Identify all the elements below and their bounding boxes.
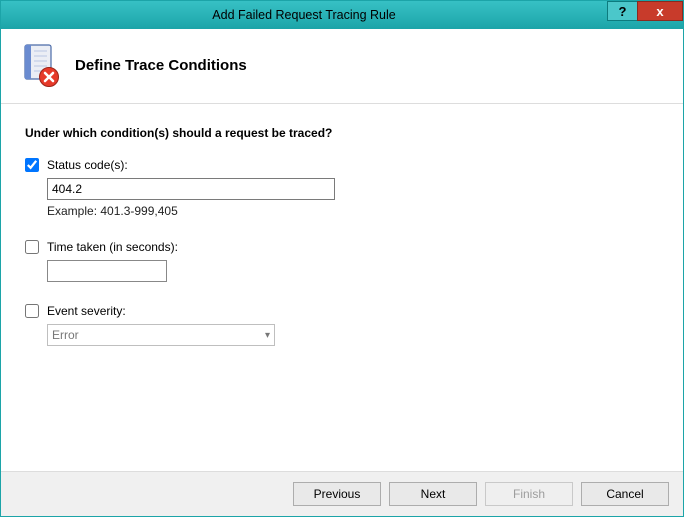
time-taken-input[interactable]: [47, 260, 167, 282]
event-severity-checkbox[interactable]: [25, 304, 39, 318]
status-codes-label: Status code(s):: [47, 158, 128, 172]
question-label: Under which condition(s) should a reques…: [25, 126, 659, 140]
titlebar: Add Failed Request Tracing Rule ? x: [1, 1, 683, 29]
event-severity-label: Event severity:: [47, 304, 126, 318]
time-taken-indent: [47, 260, 659, 282]
event-severity-indent: Error ▾: [47, 324, 659, 346]
close-button[interactable]: x: [637, 1, 683, 21]
page-title: Define Trace Conditions: [75, 57, 247, 74]
time-taken-row: Time taken (in seconds):: [25, 240, 659, 254]
event-severity-selected: Error: [52, 328, 79, 342]
finish-button: Finish: [485, 482, 573, 506]
next-button[interactable]: Next: [389, 482, 477, 506]
status-codes-row: Status code(s):: [25, 158, 659, 172]
time-taken-checkbox[interactable]: [25, 240, 39, 254]
chevron-down-icon: ▾: [265, 330, 270, 341]
status-codes-example: Example: 401.3-999,405: [47, 204, 659, 218]
help-button[interactable]: ?: [607, 1, 637, 21]
cancel-button[interactable]: Cancel: [581, 482, 669, 506]
content-area: Under which condition(s) should a reques…: [1, 104, 683, 346]
titlebar-buttons: ? x: [607, 1, 683, 29]
status-codes-checkbox[interactable]: [25, 158, 39, 172]
status-codes-indent: Example: 401.3-999,405: [47, 178, 659, 218]
event-severity-select[interactable]: Error ▾: [47, 324, 275, 346]
time-taken-label: Time taken (in seconds):: [47, 240, 178, 254]
previous-button[interactable]: Previous: [293, 482, 381, 506]
trace-rule-icon: [21, 43, 61, 87]
wizard-header: Define Trace Conditions: [1, 29, 683, 104]
window-title: Add Failed Request Tracing Rule: [1, 8, 607, 22]
status-codes-input[interactable]: [47, 178, 335, 200]
wizard-footer: Previous Next Finish Cancel: [1, 471, 683, 516]
event-severity-row: Event severity:: [25, 304, 659, 318]
